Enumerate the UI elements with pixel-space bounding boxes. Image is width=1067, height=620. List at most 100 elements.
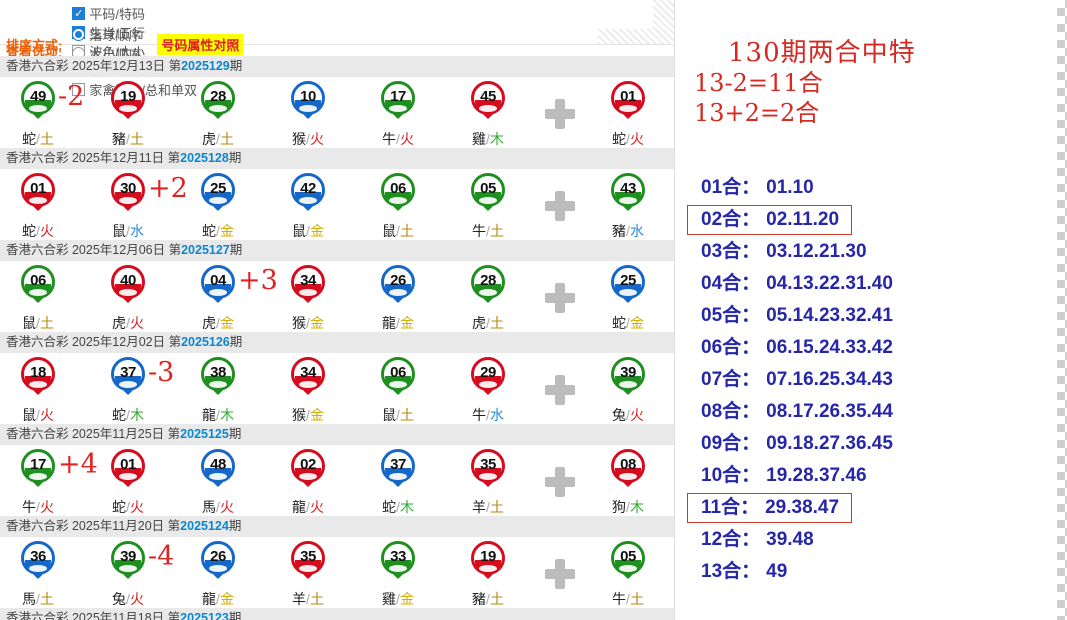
ball-number: 26 [384,272,412,289]
lottery-ball: 26 [201,541,235,575]
ball-gloss [389,565,407,572]
draw-body: 17 牛/火 +4 01 蛇/火 48 馬/火 [0,445,675,516]
number-attribute-compare-button[interactable]: 号码属性对照 [157,34,243,55]
ball-number: 29 [474,364,502,381]
ball-cell: 17 牛/火 [356,77,440,148]
zodiac-element-label: 蛇/火 [586,129,670,149]
zodiac-element-label: 鼠/土 [0,313,80,333]
zodiac-char: 虎 [202,315,216,331]
combo-row: 01合：01.10 [700,172,906,204]
element-char: 金 [630,315,644,331]
period-prefix: 第 [169,335,182,349]
lottery-ball: 01 [111,449,145,483]
lottery-ball: 39 [111,541,145,575]
ball-cell: 19 豬/土 [86,77,170,148]
lottery-name: 香港六合彩 [6,151,72,165]
zodiac-element-label: 龍/金 [176,589,260,609]
zodiac-element-label: 牛/水 [446,405,530,425]
ball-cell: 30 鼠/水 +2 [86,169,170,240]
plus-icon [545,99,575,129]
combo-label: 11合： [701,495,759,521]
element-char: 土 [400,407,414,423]
ball-number: 34 [294,364,322,381]
zodiac-element-label: 蛇/木 [86,405,170,425]
combo-text: 08合：08.17.26.35.44 [687,397,906,427]
zodiac-char: 蛇 [112,499,126,515]
zodiac-char: 猴 [292,407,306,423]
lottery-ball: 04 [201,265,235,299]
combo-label: 08合： [701,399,760,425]
draw-header: 香港六合彩 2025年11月25日 第2025125期 [0,424,675,445]
ball-gloss [619,289,637,296]
ball-cell: 04 虎/金 +3 [176,261,260,332]
element-char: 木 [490,131,504,147]
element-char: 火 [630,407,644,423]
ball-cell: 02 龍/火 [266,445,350,516]
ball-number: 49 [24,88,52,105]
element-char: 土 [630,591,644,607]
zodiac-char: 鼠 [22,407,36,423]
combo-row: 07合：07.16.25.34.43 [700,364,906,396]
ball-number: 30 [114,180,142,197]
lottery-ball: 34 [291,265,325,299]
period-suffix: 期 [229,427,242,441]
ball-gloss [619,381,637,388]
lottery-ball: 33 [381,541,415,575]
lottery-ball: 05 [471,173,505,207]
lottery-ball: 28 [201,81,235,115]
zodiac-char: 蛇 [612,315,626,331]
zodiac-element-label: 虎/金 [176,313,260,333]
zodiac-char: 鼠 [22,315,36,331]
combo-text: 01合：01.10 [687,173,827,203]
lottery-ball: 26 [381,265,415,299]
ball-gloss [119,289,137,296]
ball-cell: 01 蛇/火 [586,77,670,148]
page: 查看选项: ✓平码/特码✓生肖/五行波色/大小单双/合单双家禽野兽/总和单双 排… [0,0,1067,620]
ball-cell: 06 鼠/土 [356,169,440,240]
zodiac-char: 龍 [382,315,396,331]
combo-row: 12合：39.48 [700,524,906,556]
ball-gloss [299,473,317,480]
lottery-ball: 34 [291,357,325,391]
ball-number: 33 [384,548,412,565]
ball-number: 43 [614,180,642,197]
ball-gloss [29,197,47,204]
combo-values: 06.15.24.33.42 [766,335,893,361]
zodiac-char: 鼠 [382,223,396,239]
ball-gloss [119,197,137,204]
combo-highlight-box: 02合：02.11.20 [687,205,852,235]
combo-label: 04合： [701,271,760,297]
checkbox-icon[interactable]: ✓ [72,7,85,20]
ball-gloss [479,473,497,480]
draw-block: 香港六合彩 2025年12月13日 第2025129期 49 蛇/土 -2 19… [0,56,675,148]
ball-number: 35 [474,456,502,473]
combo-highlight-box: 11合：29.38.47 [687,493,852,523]
zodiac-char: 牛 [382,131,396,147]
ball-cell: 38 龍/木 [176,353,260,424]
zodiac-element-label: 虎/火 [86,313,170,333]
ball-number: 05 [614,548,642,565]
ball-gloss [209,105,227,112]
lottery-name: 香港六合彩 [6,611,72,620]
ball-gloss [299,197,317,204]
radio-icon[interactable] [72,28,85,41]
ball-number: 04 [204,272,232,289]
combo-values: 19.28.37.46 [766,463,866,489]
plus-icon [545,191,575,221]
period-suffix: 期 [230,59,243,73]
element-char: 水 [490,407,504,423]
view-option-1[interactable]: ✓平码/特码 [72,4,197,23]
zodiac-char: 馬 [202,499,216,515]
zodiac-char: 蛇 [112,407,126,423]
handwritten-note: -4 [148,541,174,572]
draw-date: 2025年12月06日 [72,243,169,257]
zodiac-char: 龍 [202,407,216,423]
ball-cell: 34 猴/金 [266,353,350,424]
element-char: 土 [220,131,234,147]
sort-option-1[interactable]: 落球顺序 [72,25,141,44]
ball-cell: 26 龍/金 [176,537,260,608]
element-char: 土 [490,499,504,515]
draw-body: 18 鼠/火 37 蛇/木 -3 38 龍/木 [0,353,675,424]
zodiac-element-label: 虎/土 [176,129,260,149]
element-char: 火 [40,499,54,515]
